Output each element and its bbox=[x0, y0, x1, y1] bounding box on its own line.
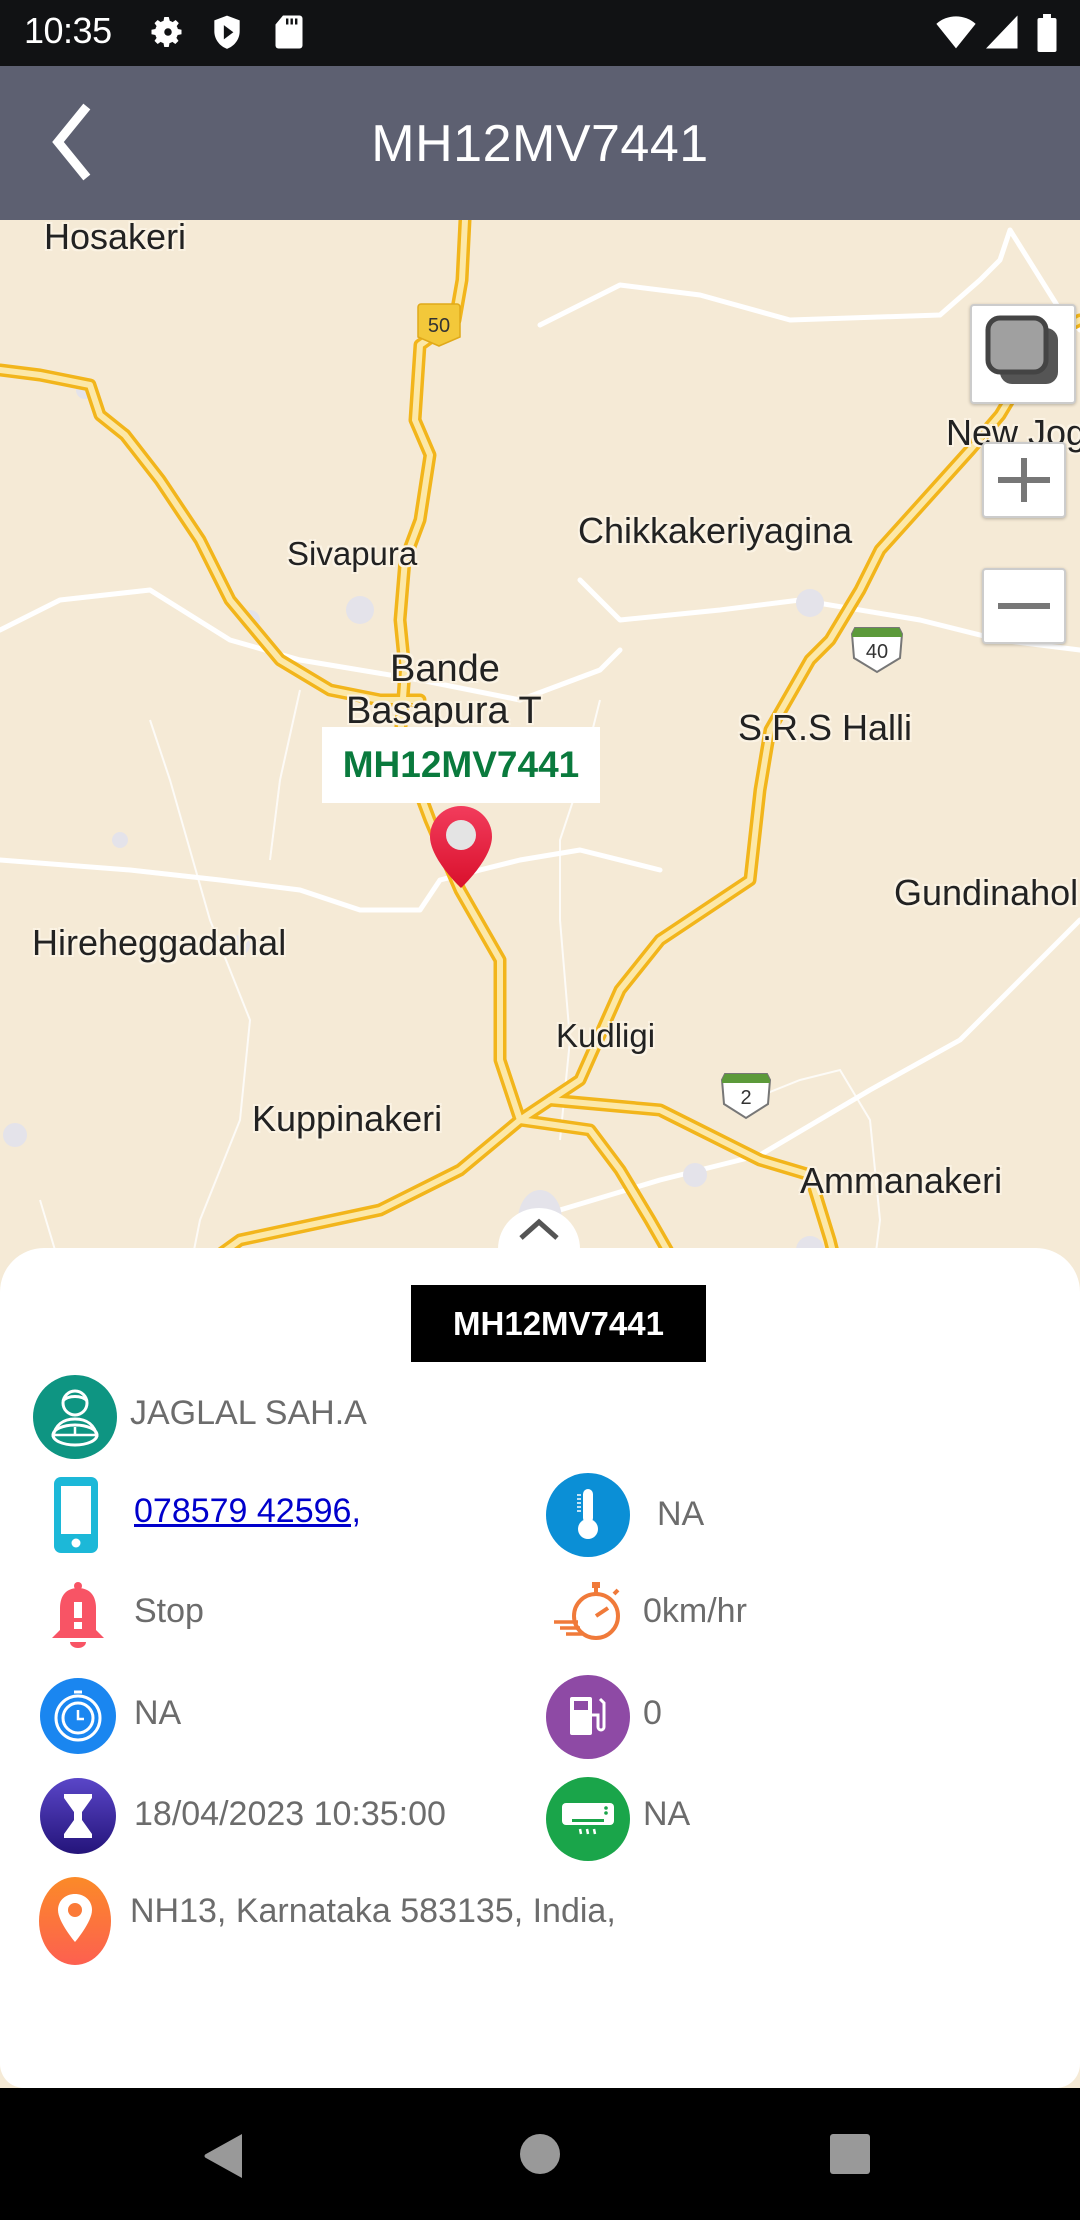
vehicle-address: NH13, Karnataka 583135, India, bbox=[130, 1892, 616, 1930]
place-label: Chikkakeriyagina bbox=[578, 510, 853, 551]
vehicle-plate: MH12MV7441 bbox=[411, 1285, 706, 1362]
fuel-value: 0 bbox=[643, 1694, 662, 1732]
system-nav-bar bbox=[0, 2088, 1080, 2220]
svg-text:2: 2 bbox=[740, 1087, 751, 1109]
gear-icon bbox=[151, 17, 182, 47]
place-label: Hosakeri bbox=[44, 220, 187, 257]
place-label: Kuppinakeri bbox=[252, 1098, 443, 1139]
layers-icon bbox=[985, 315, 1058, 384]
map-layers-button[interactable] bbox=[970, 304, 1076, 404]
status-bar: 10:35 bbox=[0, 0, 1080, 66]
highway-shield-2: 2 bbox=[720, 1073, 772, 1120]
place-label: Ammanakeri bbox=[800, 1160, 1003, 1201]
mobile-phone-icon bbox=[54, 1477, 98, 1553]
vehicle-details-sheet: MH12MV7441 JAGLAL SAH.A 078579 42596, NA… bbox=[0, 1248, 1080, 2088]
driver-icon bbox=[33, 1375, 117, 1459]
page-title: MH12MV7441 bbox=[371, 115, 709, 173]
nav-home-icon[interactable] bbox=[518, 2132, 562, 2176]
wifi-icon bbox=[936, 16, 976, 49]
svg-text:50: 50 bbox=[428, 315, 450, 337]
place-label: Sivapura bbox=[287, 535, 418, 572]
highway-shield-40: 40 bbox=[850, 627, 904, 674]
place-label: Kudligi bbox=[556, 1017, 656, 1054]
speed-value: 0km/hr bbox=[643, 1592, 747, 1630]
driver-phone-link[interactable]: 078579 42596, bbox=[134, 1492, 361, 1531]
temperature-value: NA bbox=[657, 1495, 705, 1533]
timer-icon bbox=[40, 1678, 116, 1754]
signal-icon bbox=[986, 15, 1018, 49]
thermometer-icon bbox=[546, 1473, 630, 1557]
place-label: Bande bbox=[390, 648, 500, 690]
app-bar: MH12MV7441 bbox=[0, 66, 1080, 220]
duration-value: NA bbox=[134, 1694, 182, 1732]
minus-icon bbox=[998, 603, 1050, 609]
battery-icon bbox=[1037, 14, 1057, 52]
last-update-datetime: 18/04/2023 10:35:00 bbox=[134, 1795, 446, 1833]
location-pin-icon bbox=[39, 1877, 111, 1965]
vehicle-status: Stop bbox=[134, 1592, 204, 1630]
speedometer-stopwatch-icon bbox=[554, 1582, 620, 1640]
air-conditioner-icon bbox=[546, 1777, 630, 1861]
plus-icon bbox=[998, 458, 1050, 502]
place-label: Hireheggadahal bbox=[32, 922, 287, 963]
nav-back-icon[interactable] bbox=[200, 2132, 244, 2180]
nav-recents-icon[interactable] bbox=[828, 2132, 872, 2176]
place-label: S.R.S Halli bbox=[738, 707, 913, 748]
driver-name: JAGLAL SAH.A bbox=[130, 1394, 367, 1432]
ac-status-value: NA bbox=[643, 1795, 691, 1833]
highway-shield-50: 50 bbox=[417, 303, 461, 347]
zoom-in-button[interactable] bbox=[982, 442, 1066, 518]
zoom-out-button[interactable] bbox=[982, 568, 1066, 644]
vehicle-location-pin-icon[interactable] bbox=[428, 804, 494, 890]
sd-card-icon bbox=[275, 15, 303, 49]
shield-play-icon bbox=[214, 15, 240, 49]
alert-bell-icon bbox=[52, 1582, 104, 1648]
svg-text:40: 40 bbox=[866, 641, 888, 663]
status-time: 10:35 bbox=[24, 10, 112, 51]
hourglass-icon bbox=[40, 1778, 116, 1854]
place-label: Gundinahol bbox=[894, 872, 1079, 913]
fuel-pump-icon bbox=[546, 1675, 630, 1759]
vehicle-map-label[interactable]: MH12MV7441 bbox=[322, 727, 600, 803]
